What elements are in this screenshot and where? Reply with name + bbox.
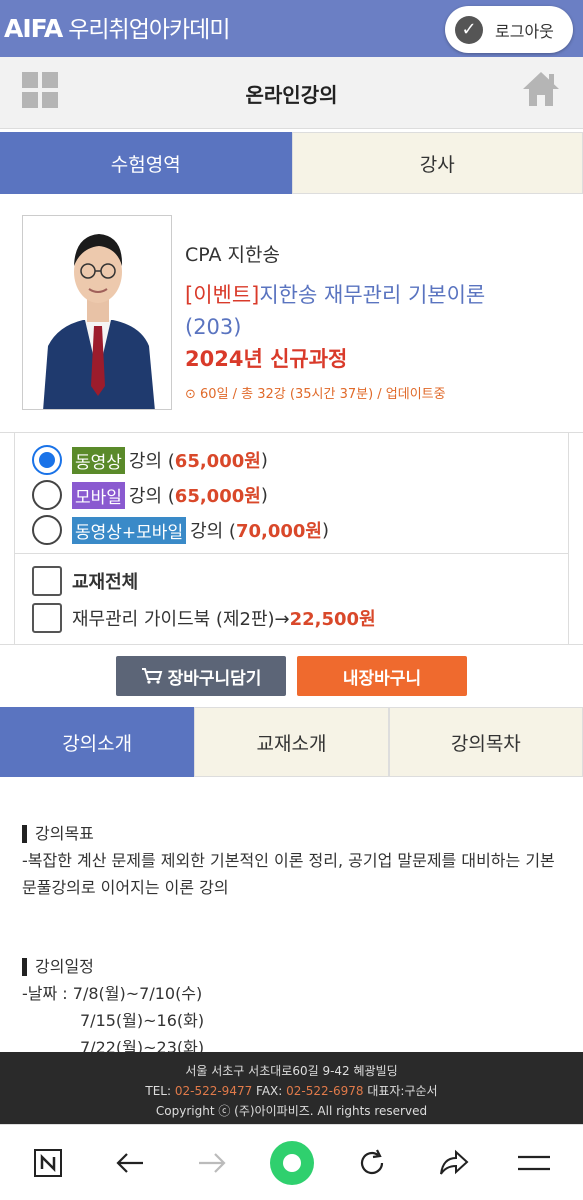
tag-video: 동영상: [72, 446, 125, 474]
goal-heading-text: 강의목표: [35, 824, 94, 843]
tab-book-intro[interactable]: 교재소개: [194, 707, 389, 777]
tab-course-intro[interactable]: 강의소개: [0, 707, 195, 777]
app-header: AIFA 우리취업아카데미 ✓ 로그아웃: [0, 0, 583, 57]
tab-exam-area[interactable]: 수험영역: [0, 132, 292, 194]
purchase-options: 동영상 강의 (65,000원) 모바일 강의 (65,000원) 동영상+모바…: [0, 432, 583, 645]
logout-button[interactable]: ✓ 로그아웃: [445, 6, 573, 53]
option-video-close: ): [260, 449, 268, 471]
footer-contact: TEL: 02-522-9477 FAX: 02-522-6978 대표자:구순…: [145, 1084, 438, 1098]
page-title: 온라인강의: [245, 83, 338, 107]
book-all-label: 교재전체: [72, 572, 139, 593]
back-arrow-icon[interactable]: [110, 1143, 150, 1183]
footer-tel[interactable]: 02-522-9477: [175, 1084, 252, 1098]
option-mobile-suffix: 강의 (: [128, 486, 175, 507]
book-item-label: 재무관리 가이드북 (제2판)→: [72, 609, 290, 630]
radio-mobile[interactable]: [32, 480, 62, 510]
option-both-price: 70,000원: [235, 521, 322, 542]
course-year: 2024년 신규과정: [185, 347, 348, 371]
course-title-main: 지한송 재무관리 기본이론: [259, 283, 486, 307]
option-both-close: ): [322, 519, 330, 541]
site-footer: 서울 서초구 서초대로60길 9-42 혜광빌딩 TEL: 02-522-947…: [0, 1052, 583, 1124]
schedule-line-1: -날짜 : 7/8(월)~7/10(수): [22, 984, 203, 1003]
home-circle-icon[interactable]: [266, 1137, 318, 1189]
brand-main: AIFA: [4, 14, 63, 43]
option-both-suffix: 강의 (: [190, 521, 236, 542]
option-mobile-price: 65,000원: [174, 486, 261, 507]
detail-tabs: 강의소개 교재소개 강의목차: [0, 707, 583, 777]
book-item-price: 22,500원: [289, 609, 376, 630]
goal-heading: 강의목표: [22, 820, 567, 847]
option-both[interactable]: 동영상+모바일 강의 (70,000원): [32, 515, 329, 545]
check-icon: ✓: [455, 15, 483, 44]
option-video[interactable]: 동영상 강의 (65,000원): [32, 445, 268, 475]
event-tag: [이벤트]: [185, 283, 260, 307]
tab-instructor[interactable]: 강사: [291, 132, 583, 194]
course-card: CPA 지한송 [이벤트]지한송 재무관리 기본이론 (203) 2024년 신…: [22, 215, 562, 410]
menu-icon[interactable]: [514, 1143, 554, 1183]
tag-mobile: 모바일: [72, 481, 125, 509]
course-number: (203): [185, 315, 242, 339]
course-meta: ⊙ 60일 / 총 32강 (35시간 37분) / 업데이트중: [185, 387, 446, 402]
option-video-suffix: 강의 (: [128, 451, 175, 472]
goal-text: -복잡한 계산 문제를 제외한 기본적인 이론 정리, 공기업 말문제를 대비하…: [22, 851, 555, 897]
brand-sub: 우리취업아카데미: [68, 17, 230, 43]
radio-both[interactable]: [32, 515, 62, 545]
book-all-option[interactable]: 교재전체: [32, 566, 138, 596]
brand-logo[interactable]: AIFA 우리취업아카데미: [4, 10, 231, 44]
course-title[interactable]: [이벤트]지한송 재무관리 기본이론 (203) 2024년 신규과정: [185, 279, 565, 375]
logout-label: 로그아웃: [495, 21, 554, 41]
home-icon[interactable]: [521, 69, 561, 109]
share-icon[interactable]: [434, 1143, 474, 1183]
tab-course-toc[interactable]: 강의목차: [388, 707, 583, 777]
book-all-checkbox[interactable]: [32, 566, 62, 596]
refresh-icon[interactable]: [352, 1143, 392, 1183]
browser-nav-bar: [0, 1124, 583, 1200]
category-tabs: 수험영역 강사: [0, 132, 583, 194]
divider: [14, 553, 569, 554]
option-video-price: 65,000원: [174, 451, 261, 472]
instructor-name: CPA 지한송: [185, 244, 280, 266]
my-cart-label: 내장바구니: [342, 668, 422, 689]
footer-address: 서울 서초구 서초대로60길 9-42 혜광빌딩: [185, 1064, 398, 1078]
add-to-cart-button[interactable]: 장바구니담기: [116, 656, 286, 696]
course-info: CPA 지한송 [이벤트]지한송 재무관리 기본이론 (203) 2024년 신…: [185, 240, 565, 402]
option-mobile[interactable]: 모바일 강의 (65,000원): [32, 480, 268, 510]
naver-icon[interactable]: [28, 1143, 68, 1183]
my-cart-button[interactable]: 내장바구니: [297, 656, 467, 696]
cart-icon: [141, 668, 162, 684]
course-description: 강의목표 -복잡한 계산 문제를 제외한 기본적인 이론 정리, 공기업 말문제…: [22, 820, 567, 1061]
footer-fax: 02-522-6978: [286, 1084, 364, 1098]
option-mobile-close: ): [260, 484, 268, 506]
forward-arrow-icon[interactable]: [192, 1143, 232, 1183]
schedule-heading: 강의일정: [22, 953, 567, 980]
book-item-checkbox[interactable]: [32, 603, 62, 633]
action-buttons: 장바구니담기 내장바구니: [0, 656, 583, 696]
schedule-heading-text: 강의일정: [35, 957, 94, 976]
sub-header: 온라인강의: [0, 57, 583, 129]
footer-copyright: Copyright ⓒ (주)아이파비즈. All rights reserve…: [155, 1104, 428, 1118]
radio-video[interactable]: [32, 445, 62, 475]
tag-both: 동영상+모바일: [72, 516, 187, 544]
book-item-option[interactable]: 재무관리 가이드북 (제2판)→ 22,500원: [32, 603, 376, 633]
schedule-line-2: 7/15(월)~16(화): [80, 1011, 205, 1030]
add-to-cart-label: 장바구니담기: [167, 668, 262, 689]
instructor-photo: [22, 215, 172, 410]
